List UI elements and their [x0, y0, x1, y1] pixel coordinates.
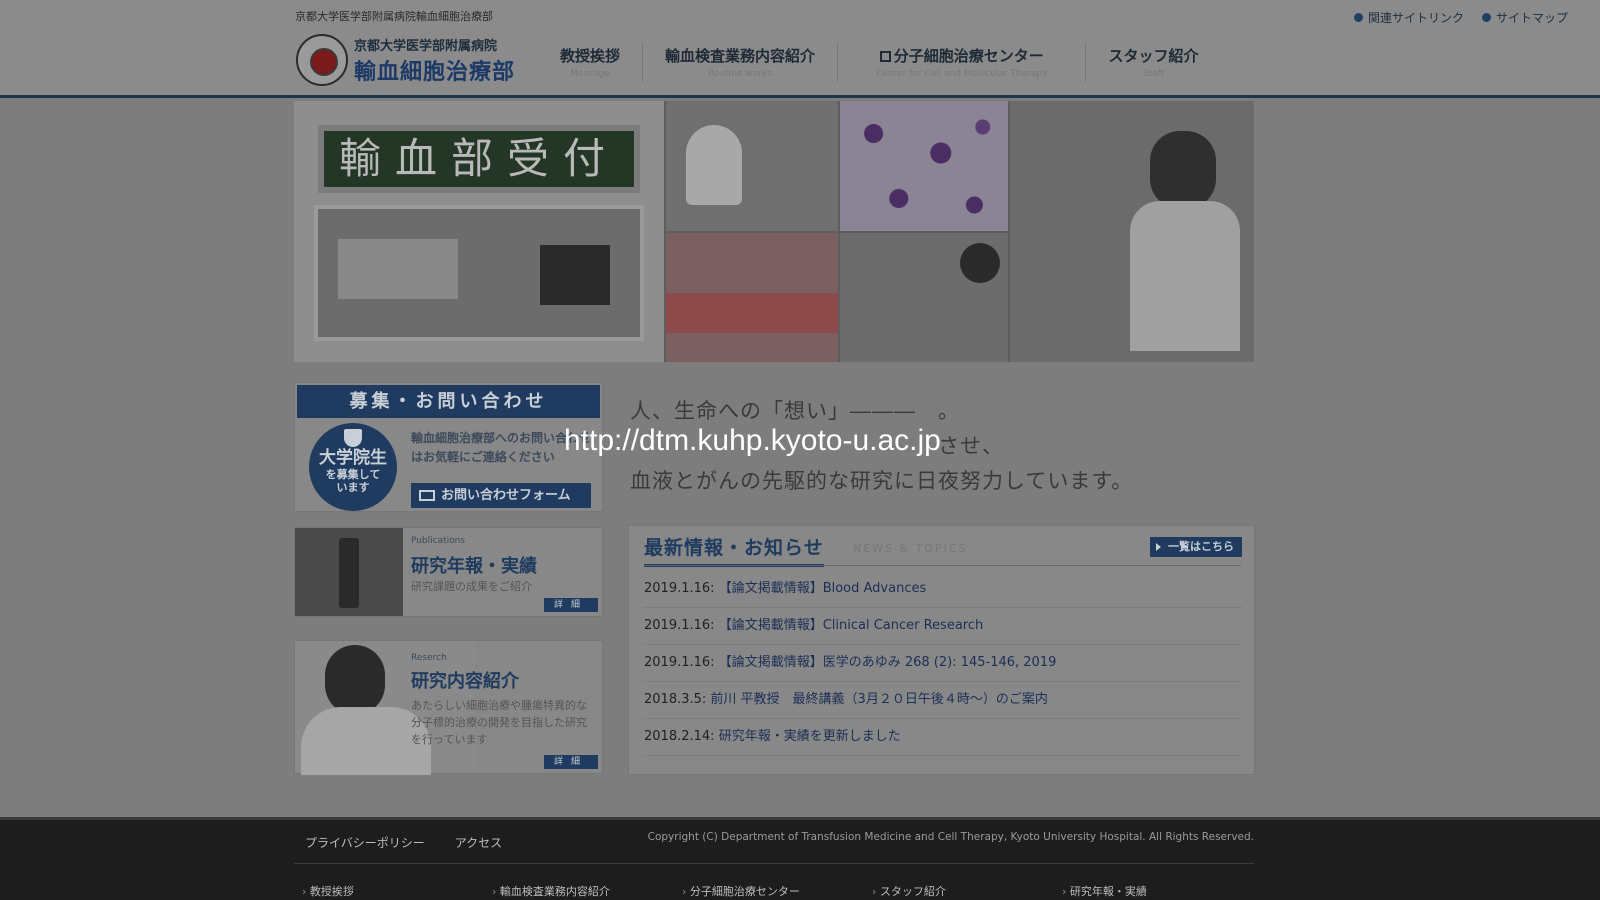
bullet-icon	[1481, 13, 1491, 22]
news-item: 2019.1.16: 【論文掲載情報】医学のあゆみ 268 (2): 145-1…	[644, 645, 1241, 682]
news-date: 2019.1.16:	[644, 618, 715, 633]
nav-message[interactable]: 教授挨拶 Message	[538, 42, 642, 82]
university-emblem-icon	[296, 34, 348, 86]
related-links-label: 関連サイトリンク	[1367, 11, 1464, 25]
microscope-photo	[295, 528, 403, 616]
news-link[interactable]: 前川 平教授 最終講義（3月２０日午後４時〜）のご案内	[710, 692, 1047, 707]
contact-form-button[interactable]: お問い合わせフォーム	[411, 483, 591, 508]
bullet-icon	[1353, 13, 1363, 22]
nav-label: 教授挨拶	[560, 47, 621, 65]
graduate-cap-icon	[344, 429, 362, 447]
footer-nav-staff[interactable]: スタッフ紹介	[872, 883, 1062, 899]
view-all-label: 一覧はこちら	[1168, 540, 1234, 553]
access-link[interactable]: アクセス	[455, 834, 502, 851]
footer-nav-publications[interactable]: 研究年報・実績	[1062, 883, 1252, 899]
nav-label: 輸血検査業務内容紹介	[665, 47, 816, 65]
card-desc: 研究課題の成果をご紹介	[411, 580, 532, 593]
nav-sublabel: Message	[570, 69, 610, 79]
logo-text: 京都大学医学部附属病院 輸血細胞治療部	[354, 35, 515, 86]
header-tagline: 京都大学医学部附属病院輸血細胞治療部	[295, 10, 493, 23]
news-link[interactable]: 研究年報・実績を更新しました	[719, 729, 901, 744]
badge-line3: います	[336, 481, 370, 494]
reception-photo: 輸血部受付	[294, 101, 664, 362]
nav-label: 分子細胞治療センター	[893, 47, 1044, 65]
publications-detail-button[interactable]: 詳細	[544, 598, 598, 612]
mail-icon	[419, 490, 435, 501]
privacy-policy-link[interactable]: プライバシーポリシー	[305, 834, 425, 851]
footer-nav-message[interactable]: 教授挨拶	[302, 883, 492, 899]
logo-line1: 京都大学医学部附属病院	[354, 38, 498, 54]
footer-links: プライバシーポリシー アクセス	[305, 834, 502, 851]
nav-sublabel: Staff	[1142, 69, 1164, 79]
news-list: 2019.1.16: 【論文掲載情報】Blood Advances 2019.1…	[644, 571, 1241, 756]
card-category: Reserch	[411, 653, 447, 663]
news-date: 2018.3.5:	[644, 692, 707, 707]
badge-line2: を募集して	[325, 468, 381, 481]
site-logo[interactable]: 京都大学医学部附属病院 輸血細胞治療部	[296, 34, 515, 86]
news-link[interactable]: 【論文掲載情報】Clinical Cancer Research	[719, 618, 984, 633]
nav-cell-therapy-center[interactable]: 分子細胞治療センター Center for Cell and Molecular…	[837, 42, 1085, 82]
nav-routine-works[interactable]: 輸血検査業務内容紹介 Routine works	[642, 42, 837, 82]
site-footer: プライバシーポリシー アクセス Copyright (C) Department…	[0, 817, 1600, 900]
copyright-text: Copyright (C) Department of Transfusion …	[647, 831, 1254, 843]
site-header: 京都大学医学部附属病院輸血細胞治療部 関連サイトリンク サイトマップ 京都大学医…	[0, 0, 1600, 98]
recruit-heading: 募集・お問い合わせ	[297, 385, 600, 418]
nav-staff[interactable]: スタッフ紹介 Staff	[1085, 42, 1220, 82]
card-title: 研究内容紹介	[411, 671, 519, 692]
footer-nav-routine-works[interactable]: 輸血検査業務内容紹介	[492, 883, 682, 899]
news-date: 2018.2.14:	[644, 729, 715, 744]
footer-nav-cell-therapy-center[interactable]: 分子細胞治療センター	[682, 883, 872, 899]
external-link-icon	[879, 51, 891, 62]
news-divider	[644, 565, 1241, 566]
sitemap-link[interactable]: サイトマップ	[1481, 9, 1568, 26]
global-nav: 教授挨拶 Message 輸血検査業務内容紹介 Routine works 分子…	[538, 42, 1220, 82]
card-category: Publications	[411, 536, 466, 546]
hero-collage: 輸血部受付	[294, 101, 1254, 362]
news-item: 2019.1.16: 【論文掲載情報】Blood Advances	[644, 571, 1241, 608]
logo-line2: 輸血細胞治療部	[354, 59, 516, 85]
view-all-news-button[interactable]: 一覧はこちら	[1150, 537, 1242, 557]
culture-plates-photo	[666, 233, 838, 362]
nav-label: スタッフ紹介	[1108, 47, 1199, 65]
contact-form-label: お問い合わせフォーム	[441, 488, 571, 503]
apheresis-machine-photo	[1010, 101, 1254, 362]
research-card[interactable]: Reserch 研究内容紹介 あたらしい細胞治療や腫瘍特異的な分子標的治療の開発…	[294, 640, 603, 775]
arrow-right-icon	[1156, 543, 1161, 551]
lab-computer-photo	[666, 101, 838, 231]
lab-pipette-photo	[840, 233, 1008, 362]
reception-window	[314, 205, 644, 341]
publications-card[interactable]: Publications 研究年報・実績 研究課題の成果をご紹介 詳細	[294, 527, 603, 617]
card-desc: あたらしい細胞治療や腫瘍特異的な分子標的治療の開発を目指した研究を行っています	[411, 699, 587, 746]
reception-sign: 輸血部受付	[318, 125, 640, 193]
blood-cells-photo	[840, 101, 1008, 231]
recruit-contact-box: 募集・お問い合わせ 大学院生 を募集して います 輸血細胞治療部へのお問い合わせ…	[294, 382, 603, 512]
news-item: 2018.2.14: 研究年報・実績を更新しました	[644, 719, 1241, 756]
tagline-line3: 血液とがんの先駆的な研究に日夜努力しています。	[630, 469, 1134, 493]
news-item: 2019.1.16: 【論文掲載情報】Clinical Cancer Resea…	[644, 608, 1241, 645]
card-title: 研究年報・実績	[411, 556, 537, 577]
url-watermark: http://dtm.kuhp.kyoto-u.ac.jp	[564, 424, 941, 457]
footer-nav: 教授挨拶 輸血検査業務内容紹介 分子細胞治療センター スタッフ紹介 研究年報・実…	[302, 883, 1252, 899]
utility-links: 関連サイトリンク サイトマップ	[1353, 9, 1568, 26]
badge-line1: 大学院生	[319, 448, 387, 468]
news-subtitle: NEWS & TOPICS	[853, 542, 968, 555]
grad-student-badge[interactable]: 大学院生 を募集して います	[309, 423, 397, 511]
nav-sublabel: Center for Cell and Molecular Therapy	[876, 69, 1048, 79]
footer-divider	[294, 863, 1254, 864]
news-link[interactable]: 【論文掲載情報】Blood Advances	[719, 581, 927, 596]
news-title: 最新情報・お知らせ	[644, 533, 824, 567]
news-panel: 最新情報・お知らせ NEWS & TOPICS 一覧はこちら 2019.1.16…	[628, 525, 1255, 775]
news-date: 2019.1.16:	[644, 655, 715, 670]
research-detail-button[interactable]: 詳細	[544, 755, 598, 769]
sitemap-label: サイトマップ	[1495, 11, 1568, 25]
news-item: 2018.3.5: 前川 平教授 最終講義（3月２０日午後４時〜）のご案内	[644, 682, 1241, 719]
nav-sublabel: Routine works	[708, 69, 772, 79]
news-date: 2019.1.16:	[644, 581, 715, 596]
related-links-link[interactable]: 関連サイトリンク	[1353, 9, 1464, 26]
news-link[interactable]: 【論文掲載情報】医学のあゆみ 268 (2): 145-146, 2019	[719, 655, 1057, 670]
